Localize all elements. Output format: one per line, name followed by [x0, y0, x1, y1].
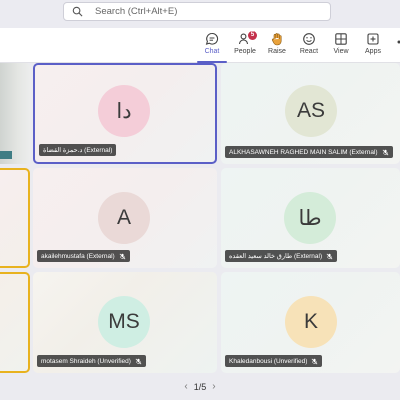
avatar: K — [285, 296, 337, 348]
meeting-toolbar: Chat 5 People Raise React View Apps — [0, 28, 400, 63]
search-icon — [72, 6, 83, 17]
title-bar — [0, 0, 400, 29]
mic-muted-icon — [135, 358, 142, 364]
participant-name-tag: akailehmustafa (External) — [37, 250, 130, 262]
view-button[interactable]: View — [324, 30, 358, 60]
participant-name-tag: ALKHASAWNEH RAGHED MAIN SALIM (External) — [225, 146, 393, 158]
apps-icon — [367, 33, 379, 45]
participant-tile[interactable]: MS motasem Shraideh (Unverified) — [33, 272, 217, 373]
avatar-initials: A — [116, 206, 131, 229]
participant-tile[interactable]: دا د.حمزة القضاة (External) — [33, 63, 217, 164]
page-indicator: 1/5 — [193, 381, 207, 392]
participant-tile[interactable]: K Khaledanbousi (Unverified) — [221, 272, 400, 373]
partial-tile-2 — [0, 272, 30, 373]
participant-tile[interactable]: AS ALKHASAWNEH RAGHED MAIN SALIM (Extern… — [221, 63, 400, 164]
react-button[interactable]: React — [292, 30, 326, 60]
chat-button[interactable]: Chat — [195, 30, 229, 63]
avatar-initials: AS — [296, 99, 325, 122]
mic-muted-icon — [119, 253, 126, 259]
mic-muted-icon — [312, 358, 318, 364]
next-page-icon[interactable]: › — [212, 381, 215, 392]
participant-tile[interactable]: طا طارق خالد سعيد العقده (External) — [221, 168, 400, 268]
avatar: طا — [284, 192, 336, 244]
chat-label: Chat — [204, 48, 220, 55]
people-label: People — [234, 48, 256, 55]
gallery-pager: ‹ 1/5 › — [0, 373, 400, 400]
react-label: React — [299, 48, 319, 55]
partial-tile-1 — [0, 168, 30, 268]
avatar: AS — [285, 85, 337, 137]
search-box[interactable] — [63, 2, 331, 21]
participant-name: د.حمزة القضاة (External) — [43, 147, 113, 154]
video-preview-object — [0, 151, 12, 159]
avatar-initials: MS — [108, 310, 140, 333]
search-input[interactable] — [95, 6, 295, 17]
participant-name-tag: motasem Shraideh (Unverified) — [37, 355, 146, 367]
participant-name: طارق خالد سعيد العقده (External) — [229, 253, 323, 260]
video-preview-strip — [0, 63, 30, 164]
mic-muted-icon — [326, 253, 333, 259]
avatar: MS — [98, 296, 150, 348]
more-icon[interactable] — [392, 34, 400, 56]
previous-page-icon[interactable]: ‹ — [184, 381, 187, 392]
people-button[interactable]: 5 People — [228, 30, 262, 60]
avatar: دا — [98, 85, 150, 137]
react-icon — [303, 33, 315, 45]
apps-label: Apps — [365, 48, 381, 55]
avatar-initials: K — [303, 310, 318, 333]
raise-hand-button[interactable]: Raise — [260, 30, 294, 60]
raise-hand-icon — [271, 33, 282, 46]
avatar-initials: طا — [298, 206, 322, 230]
people-count-badge: 5 — [248, 31, 257, 40]
participant-name-tag: د.حمزة القضاة (External) — [39, 144, 117, 156]
participant-name: ALKHASAWNEH RAGHED MAIN SALIM (External) — [229, 148, 378, 156]
participant-name: Khaledanbousi (Unverified) — [229, 357, 308, 365]
participant-name: motasem Shraideh (Unverified) — [41, 357, 131, 365]
participant-name: akailehmustafa (External) — [41, 252, 115, 260]
avatar-initials: دا — [116, 99, 132, 123]
apps-button[interactable]: Apps — [356, 30, 390, 60]
participant-name-tag: Khaledanbousi (Unverified) — [225, 355, 323, 367]
view-label: View — [333, 48, 349, 55]
participant-tile[interactable]: A akailehmustafa (External) — [33, 168, 217, 268]
avatar: A — [98, 192, 150, 244]
view-icon — [335, 33, 347, 45]
chat-icon — [205, 32, 219, 45]
participant-name-tag: طارق خالد سعيد العقده (External) — [225, 250, 338, 262]
raise-label: Raise — [268, 48, 286, 55]
mic-muted-icon — [382, 149, 388, 155]
